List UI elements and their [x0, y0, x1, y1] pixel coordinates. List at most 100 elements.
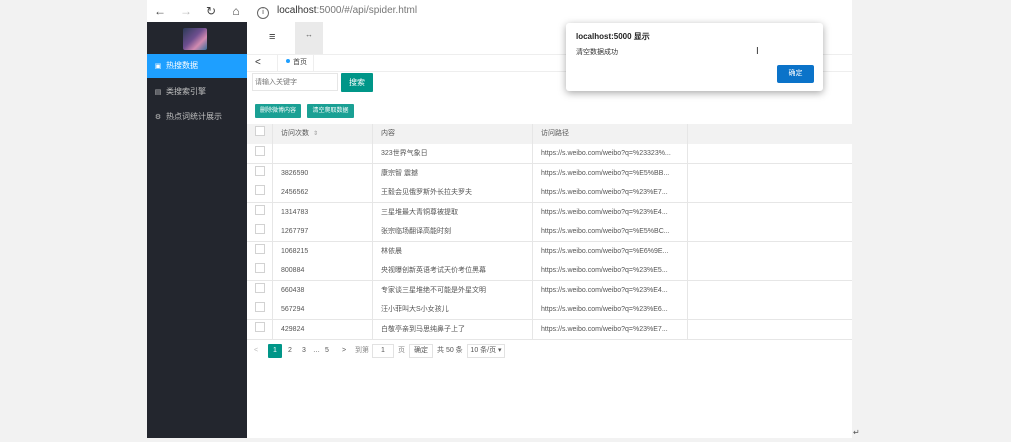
sort-icon[interactable]: ⇕ — [313, 131, 318, 137]
goto-page-input[interactable]: 1 — [372, 344, 394, 358]
alert-dialog: localhost:5000 显示 清空数据成功 确定 — [566, 23, 823, 91]
cell-url[interactable]: https://s.weibo.com/weibo?q=%23323%... — [533, 144, 688, 163]
row-select-cell — [247, 241, 273, 261]
dashboard-icon: ▣ — [154, 63, 162, 70]
cell-visits — [273, 144, 373, 163]
sidebar-item-label: 热点词统计展示 — [166, 112, 222, 121]
sidebar-item-word-stats[interactable]: ⚙ 热点词统计展示 — [147, 105, 247, 129]
row-checkbox[interactable] — [255, 165, 265, 176]
table-header-row: 访问次数 ⇕ 内容 访问路径 — [247, 124, 852, 145]
tab-home-label: 首页 — [293, 59, 307, 66]
row-select-cell — [247, 163, 273, 183]
avatar-logo — [183, 28, 207, 50]
table-row[interactable]: 1314783 三星堆最大青铜尊被提取 https://s.weibo.com/we… — [247, 202, 852, 223]
search-button[interactable]: 搜索 — [341, 73, 373, 92]
header-visits[interactable]: 访问次数 ⇕ — [273, 124, 373, 144]
total-count: 共 50 条 — [437, 347, 463, 354]
document-icon: ▤ — [154, 89, 162, 96]
sidebar-item-label: 热搜数据 — [166, 61, 198, 70]
cell-visits: 429824 — [273, 319, 373, 339]
header-content: 内容 — [373, 124, 533, 144]
gears-icon: ⚙ — [154, 114, 162, 121]
select-all-cell — [247, 124, 273, 144]
page-2-button[interactable]: 2 — [288, 344, 292, 358]
table-row[interactable]: 323世界气象日 https://s.weibo.com/weibo?q=%233… — [247, 144, 852, 164]
menu-toggle-icon[interactable]: ≡ — [269, 31, 275, 43]
row-checkbox[interactable] — [255, 263, 265, 273]
cell-url[interactable]: https://s.weibo.com/weibo?q=%23%E4... — [533, 202, 688, 222]
cell-url[interactable]: https://s.weibo.com/weibo?q=%E5%BB... — [533, 163, 688, 183]
select-all-checkbox[interactable] — [255, 126, 265, 136]
dialog-ok-button[interactable]: 确定 — [777, 65, 814, 83]
next-page-icon[interactable]: > — [342, 344, 346, 358]
address-bar[interactable]: i localhost:5000/#/api/spider.html — [257, 3, 847, 19]
row-select-cell — [247, 280, 273, 300]
table-row[interactable]: 1068215 林依晨 https://s.weibo.com/weibo?q=%E… — [247, 241, 852, 262]
cell-url[interactable]: https://s.weibo.com/weibo?q=%23%E4... — [533, 280, 688, 300]
refresh-button[interactable]: ↔ — [295, 22, 323, 54]
page-unit-label: 页 — [398, 347, 405, 354]
prev-page-icon[interactable]: < — [254, 344, 258, 358]
home-icon[interactable]: ⌂ — [229, 4, 243, 18]
row-checkbox[interactable] — [255, 302, 265, 312]
tab-home[interactable]: 首页 — [277, 55, 314, 71]
row-select-cell — [247, 222, 273, 241]
row-checkbox[interactable] — [255, 224, 265, 234]
search-input[interactable]: 请输入关键字 — [252, 73, 338, 91]
row-checkbox[interactable] — [255, 282, 265, 293]
sidebar-item-search-engine[interactable]: ▤ 类搜索引擎 — [147, 80, 247, 104]
back-arrow-icon[interactable]: ← — [153, 4, 167, 18]
sidebar: ▣ 热搜数据 ▤ 类搜索引擎 ⚙ 热点词统计展示 — [147, 22, 247, 438]
cell-url[interactable]: https://s.weibo.com/weibo?q=%23%E6... — [533, 300, 688, 319]
goto-label: 到第 — [355, 347, 369, 354]
table-row[interactable]: 2456562 王毅会见俄罗斯外长拉夫罗夫 https://s.weibo.com/… — [247, 183, 852, 203]
cell-url[interactable]: https://s.weibo.com/weibo?q=%E6%9E... — [533, 241, 688, 261]
page-5-button[interactable]: 5 — [325, 344, 329, 358]
cell-url[interactable]: https://s.weibo.com/weibo?q=%23%E7... — [533, 319, 688, 339]
cell-visits: 1068215 — [273, 241, 373, 261]
site-info-icon[interactable]: i — [257, 7, 269, 19]
cell-url[interactable]: https://s.weibo.com/weibo?q=%23%E5... — [533, 261, 688, 280]
table-row[interactable]: 3826590 康宗智 震撼 https://s.weibo.com/weibo?q… — [247, 163, 852, 184]
table-row[interactable]: 1267797 张宗临场翻译高能时刻 https://s.weibo.com/wei… — [247, 222, 852, 242]
row-checkbox[interactable] — [255, 185, 265, 195]
cell-url[interactable]: https://s.weibo.com/weibo?q=%23%E7... — [533, 183, 688, 202]
table-row[interactable]: 800884 央视曝创新英语考试天价考位黑幕 https://s.weibo.com… — [247, 261, 852, 281]
url-host: localhost — [277, 5, 317, 16]
table-row[interactable]: 429824 白敬亭亲到马思纯鼻子上了 https://s.weibo.com/we… — [247, 319, 852, 340]
page-size-select[interactable]: 10 条/页 ▾ — [467, 344, 505, 358]
row-select-cell — [247, 202, 273, 222]
delete-weibo-button[interactable]: 删除微博内容 — [255, 104, 301, 118]
row-checkbox[interactable] — [255, 243, 265, 254]
cell-visits: 2456562 — [273, 183, 373, 202]
row-checkbox[interactable] — [255, 321, 265, 332]
row-checkbox[interactable] — [255, 146, 265, 156]
goto-confirm-button[interactable]: 确定 — [409, 344, 433, 358]
page-1-button[interactable]: 1 — [268, 344, 282, 358]
page-ellipsis: … — [313, 347, 320, 354]
cell-content: 三星堆最大青铜尊被提取 — [373, 202, 533, 222]
header-visits-label: 访问次数 — [281, 130, 309, 137]
row-checkbox[interactable] — [255, 204, 265, 215]
dialog-title: localhost:5000 显示 — [576, 32, 650, 41]
page-3-button[interactable]: 3 — [302, 344, 306, 358]
clear-data-button[interactable]: 清空爬取数据 — [307, 104, 354, 118]
cell-content: 323世界气象日 — [373, 144, 533, 163]
reload-icon[interactable]: ↻ — [204, 4, 218, 18]
cell-visits: 3826590 — [273, 163, 373, 183]
table-row[interactable]: 660438 专家谈三星堆绝不可能是外星文明 https://s.weibo.com… — [247, 280, 852, 301]
cell-content: 林依晨 — [373, 241, 533, 261]
cell-content: 专家谈三星堆绝不可能是外星文明 — [373, 280, 533, 300]
cell-content: 央视曝创新英语考试天价考位黑幕 — [373, 261, 533, 280]
cell-visits: 567294 — [273, 300, 373, 319]
row-select-cell — [247, 300, 273, 319]
sidebar-item-hot-search[interactable]: ▣ 热搜数据 — [147, 54, 247, 78]
forward-arrow-icon[interactable]: → — [179, 4, 193, 18]
cell-visits: 660438 — [273, 280, 373, 300]
cell-visits: 800884 — [273, 261, 373, 280]
cell-content: 康宗智 震撼 — [373, 163, 533, 183]
tab-scroll-left-icon[interactable]: < — [255, 55, 261, 71]
cell-visits: 1267797 — [273, 222, 373, 241]
cell-url[interactable]: https://s.weibo.com/weibo?q=%E5%BC... — [533, 222, 688, 241]
table-row[interactable]: 567294 汪小菲叫大S小女孩儿 https://s.weibo.com/weib… — [247, 300, 852, 320]
